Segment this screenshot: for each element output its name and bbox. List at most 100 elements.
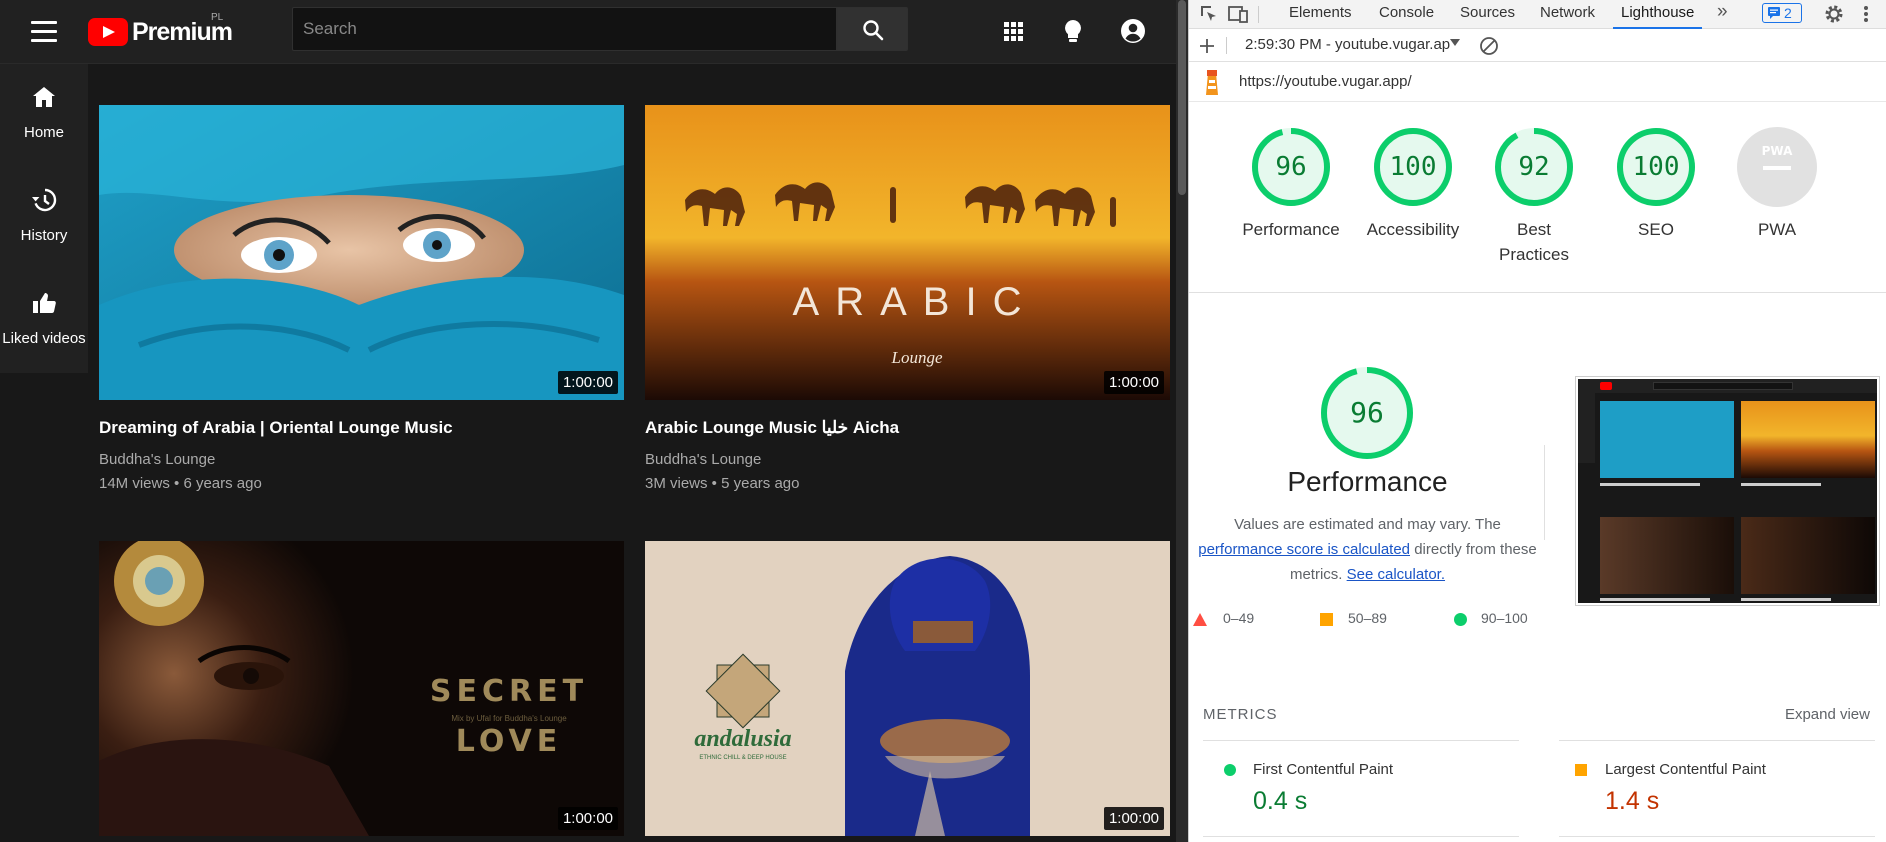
video-title[interactable]: Arabic Lounge Music خليا Aicha [645,418,1170,438]
search-input[interactable] [292,7,837,51]
sidebar-item-label: Liked videos [2,330,86,347]
apps-grid-icon[interactable] [997,15,1029,47]
desert-camels-thumbnail-image: ARABIC Lounge [645,105,1170,400]
report-url[interactable]: https://youtube.vugar.app/ [1239,73,1412,90]
video-thumbnail[interactable]: ARABIC Lounge 1:00:00 [645,105,1170,400]
more-tabs-chevron-icon[interactable]: » [1717,1,1728,23]
score-gauge-performance[interactable]: 96 [1250,126,1332,208]
scrollbar-thumb[interactable] [1178,0,1186,195]
score-ring: PWA [1737,127,1817,207]
channel-name[interactable]: Buddha's Lounge [645,451,761,468]
score-legend: 0–49 50–89 90–100 [1189,610,1549,630]
score-value: 92 [1518,152,1550,182]
metric-fcp-name: First Contentful Paint [1253,761,1394,778]
youtube-sidebar: Home History Liked videos [0,64,88,373]
thumbnail-subtitle-text: Mix by Ufal for Buddha's Lounge [451,714,567,723]
toolbar-divider [1258,6,1259,23]
legend-poor: 0–49 [1223,610,1255,626]
page-screenshot-preview[interactable] [1575,376,1880,606]
thumbnail-title-text: andalusia [694,726,791,752]
search-button[interactable] [837,7,908,51]
score-gauge-accessibility[interactable]: 100 [1372,126,1454,208]
screenshot-image [1578,379,1877,603]
score-label: SEO [1638,220,1674,239]
dropdown-arrow-icon[interactable] [1450,39,1460,46]
metric-lcp-value: 1.4 s [1605,787,1660,815]
account-avatar-icon[interactable] [1117,15,1149,47]
see-calculator-link[interactable]: See calculator. [1347,566,1445,583]
performance-score: 96 [1350,396,1384,429]
veiled-woman-thumbnail-image [99,105,624,400]
video-duration: 1:00:00 [1103,807,1164,830]
lightbulb-icon[interactable] [1057,15,1089,47]
youtube-play-icon [88,18,128,46]
sidebar-item-liked-videos[interactable]: Liked videos [0,270,88,366]
issues-badge[interactable]: 2 [1762,3,1802,23]
score-label: Accessibility [1366,220,1460,239]
score-label: Performance [1242,220,1340,239]
average-square-icon [1320,613,1333,626]
home-icon [33,87,55,107]
sidebar-item-history[interactable]: History [0,167,88,263]
good-circle-icon [1224,764,1236,776]
channel-name[interactable]: Buddha's Lounge [99,451,215,468]
score-value: 100 [1632,152,1680,182]
good-circle-icon [1454,613,1467,626]
sidebar-item-label: History [20,227,68,244]
thumbs-up-icon [33,293,56,313]
score-gauge-best-practices[interactable]: 92 [1493,126,1575,208]
performance-score-link[interactable]: performance score is calculated [1198,541,1410,558]
device-toolbar-icon[interactable] [1227,3,1249,25]
video-title[interactable]: Dreaming of Arabia | Oriental Lounge Mus… [99,418,624,438]
description-line: Values are estimated and may vary. The [1234,516,1501,533]
score-gauge-seo[interactable]: 100 [1615,126,1697,208]
video-thumbnail[interactable]: SECRET Mix by Ufal for Buddha's Lounge L… [99,541,624,836]
pwa-dash [1763,166,1791,170]
metric-lcp-name: Largest Contentful Paint [1605,761,1766,778]
clear-icon[interactable] [1479,36,1499,56]
metrics-heading: METRICS [1203,706,1278,723]
history-icon [32,188,57,212]
average-square-icon [1575,764,1587,776]
pwa-badge-text: PWA [1762,144,1793,158]
page-scrollbar[interactable] [1176,0,1188,842]
score-label: Best Practices [1499,220,1569,264]
legend-average: 50–89 [1348,610,1387,626]
vertical-divider [1544,445,1545,540]
poor-triangle-icon [1193,613,1207,626]
settings-gear-icon[interactable] [1823,3,1845,25]
tab-elements[interactable]: Elements [1289,0,1352,29]
performance-large-gauge[interactable]: 96 [1318,364,1416,462]
lighthouse-logo-icon [1206,70,1218,95]
sidebar-item-home[interactable]: Home [0,64,88,160]
menu-icon[interactable] [29,21,59,43]
youtube-header: Premium PL [0,0,1176,64]
thumbnail-subtitle-text: Lounge [891,348,943,367]
inspect-element-icon[interactable] [1198,3,1220,25]
score-gauge-pwa[interactable]: PWA [1736,126,1818,208]
video-thumbnail[interactable]: 1:00:00 [99,105,624,400]
video-duration: 1:00:00 [557,807,618,830]
plus-icon[interactable] [1198,37,1216,55]
thumbnail-title-text: ARABIC [793,280,1038,324]
section-divider [1189,292,1886,293]
tab-console[interactable]: Console [1379,0,1434,29]
video-thumbnail[interactable]: andalusia ETHNIC CHILL & DEEP HOUSE 1:00… [645,541,1170,836]
issues-count: 2 [1784,5,1792,21]
message-icon [1768,7,1780,19]
thumbnail-title-text-2: LOVE [456,724,562,759]
tab-network[interactable]: Network [1540,0,1595,29]
more-options-icon[interactable] [1855,3,1877,25]
andalusia-thumbnail-image: andalusia ETHNIC CHILL & DEEP HOUSE [645,541,1170,836]
search-icon [863,20,884,41]
expand-view-toggle[interactable]: Expand view [1785,706,1870,723]
score-label: PWA [1757,220,1797,239]
tab-lighthouse[interactable]: Lighthouse [1613,0,1703,29]
metric-fcp-value: 0.4 s [1253,787,1308,815]
performance-title: Performance [1287,466,1448,497]
metric-divider [1203,836,1519,837]
video-duration: 1:00:00 [557,371,618,394]
report-selector[interactable]: 2:59:30 PM - youtube.vugar.ap [1245,36,1450,53]
thumbnail-title-text: SECRET [430,674,588,709]
tab-sources[interactable]: Sources [1460,0,1515,29]
